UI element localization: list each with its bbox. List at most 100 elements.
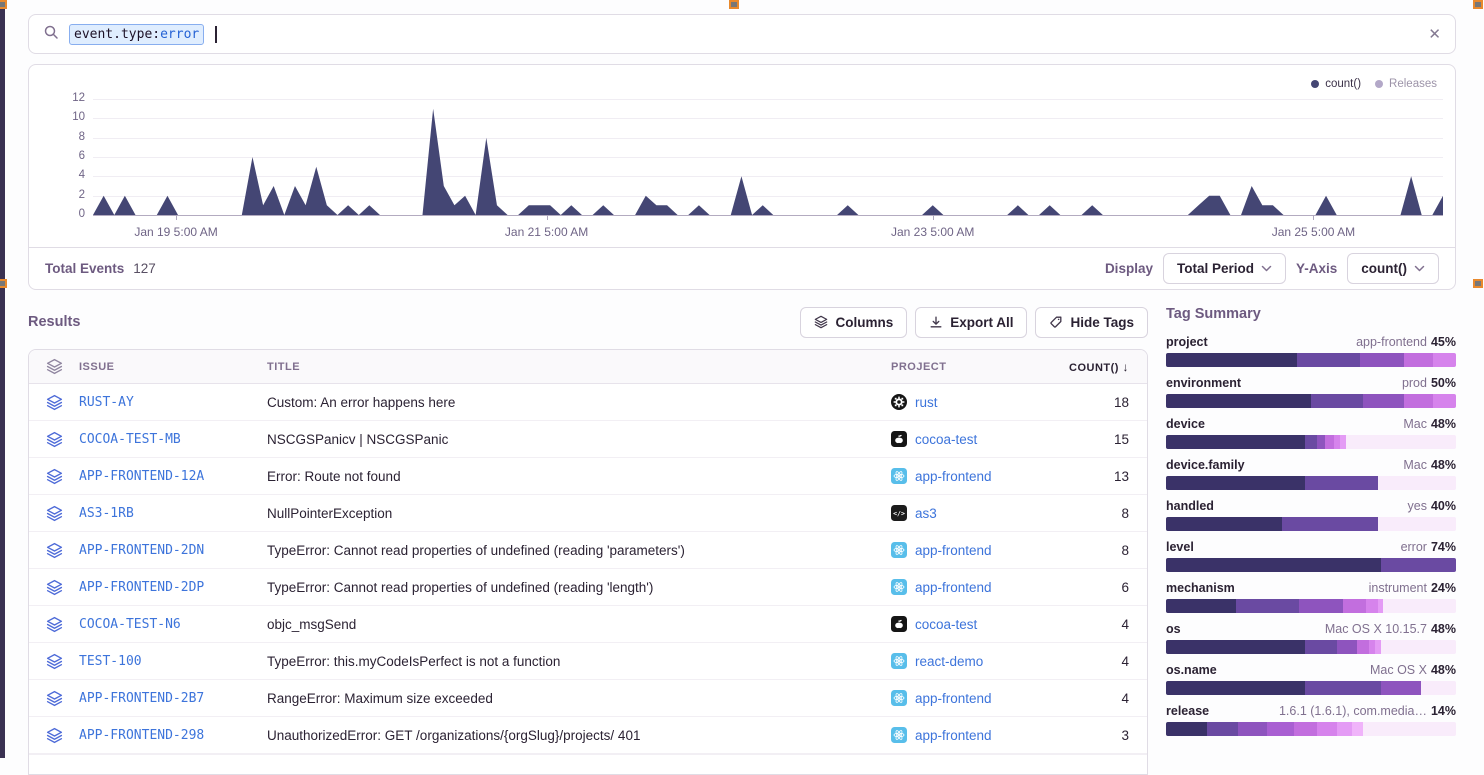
issue-stack-icon[interactable] [29,431,79,448]
tag-segment [1166,640,1305,654]
issue-link[interactable]: TEST-100 [79,654,142,669]
table-row: AS3-1RBNullPointerException</>as38 [29,495,1147,532]
y-axis-label: Y-Axis [1296,261,1337,276]
search-bar[interactable]: event.type:error ✕ [28,14,1456,54]
tag-summary-item: device.familyMac48% [1166,458,1456,490]
tag-distribution-bar[interactable] [1166,640,1456,654]
project-link[interactable]: react-demo [915,654,983,669]
tag-summary-item: deviceMac48% [1166,417,1456,449]
tag-summary-item: handledyes40% [1166,499,1456,531]
event-count: 4 [1055,654,1147,669]
tag-top-value: Mac OS X 10.15.7 [1325,622,1427,636]
column-header-issue[interactable]: ISSUE [79,361,267,373]
tag-segment [1433,353,1456,367]
issue-stack-icon[interactable] [29,616,79,633]
query-key: event.type: [74,27,160,42]
tag-name: release [1166,704,1209,718]
issue-title: objc_msgSend [267,617,891,632]
export-all-button[interactable]: Export All [915,307,1027,338]
tag-top-value: 1.6.1 (1.6.1), com.media… [1279,704,1427,718]
issue-stack-icon[interactable] [29,542,79,559]
tag-top-value: yes [1408,499,1427,513]
issue-link[interactable]: RUST-AY [79,395,134,410]
legend-item-count[interactable]: count() [1311,78,1361,90]
tag-top-value: error [1401,540,1427,554]
tag-distribution-bar[interactable] [1166,476,1456,490]
table-row: APP-FRONTEND-2DPTypeError: Cannot read p… [29,569,1147,606]
tag-distribution-bar[interactable] [1166,558,1456,572]
tag-segment-remainder [1378,476,1456,490]
project-link[interactable]: app-frontend [915,469,992,484]
issue-link[interactable]: APP-FRONTEND-2B7 [79,691,204,706]
project-link[interactable]: app-frontend [915,691,992,706]
tag-distribution-bar[interactable] [1166,722,1456,736]
tag-distribution-bar[interactable] [1166,353,1456,367]
issue-stack-icon[interactable] [29,394,79,411]
tag-distribution-bar[interactable] [1166,517,1456,531]
search-query-token[interactable]: event.type:error [69,24,204,45]
issue-link[interactable]: APP-FRONTEND-298 [79,728,204,743]
issue-title: TypeError: this.myCodeIsPerfect is not a… [267,654,891,669]
issue-title: TypeError: Cannot read properties of und… [267,543,891,558]
tag-top-percentage: 45% [1431,335,1456,349]
issue-stack-icon[interactable] [29,505,79,522]
tag-segment-remainder [1363,722,1456,736]
issue-stack-icon[interactable] [29,653,79,670]
column-header-project[interactable]: PROJECT [891,361,1055,373]
app-sidebar-edge [0,0,5,758]
column-header-title[interactable]: TITLE [267,361,891,373]
tag-segment [1381,681,1422,695]
issue-link[interactable]: APP-FRONTEND-2DN [79,543,204,558]
tag-segment [1166,722,1207,736]
tag-segment-remainder [1346,435,1456,449]
tag-distribution-bar[interactable] [1166,599,1456,613]
issue-link[interactable]: COCOA-TEST-N6 [79,617,181,632]
tag-name: level [1166,540,1194,554]
tag-segment [1294,722,1317,736]
issue-link[interactable]: COCOA-TEST-MB [79,432,181,447]
column-header-count[interactable]: COUNT() ↓ [1055,360,1147,374]
clear-search-icon[interactable]: ✕ [1428,25,1441,43]
issue-stack-icon[interactable] [29,727,79,744]
project-link[interactable]: as3 [915,506,937,521]
platform-icon [891,394,907,410]
columns-button[interactable]: Columns [800,307,907,338]
issue-link[interactable]: APP-FRONTEND-12A [79,469,204,484]
hide-tags-button[interactable]: Hide Tags [1035,307,1148,338]
tag-segment [1305,640,1337,654]
project-link[interactable]: app-frontend [915,728,992,743]
tag-segment [1404,394,1433,408]
project-link[interactable]: rust [915,395,938,410]
issue-stack-icon[interactable] [29,468,79,485]
y-axis-tick-label: 12 [72,92,85,104]
project-link[interactable]: app-frontend [915,580,992,595]
legend-item-releases[interactable]: Releases [1375,78,1437,90]
tag-distribution-bar[interactable] [1166,394,1456,408]
total-events-value: 127 [133,261,156,276]
tag-segment [1360,353,1404,367]
search-icon [43,24,59,45]
tag-summary-item: environmentprod50% [1166,376,1456,408]
tag-segment [1433,394,1456,408]
issue-stack-icon[interactable] [29,579,79,596]
tag-distribution-bar[interactable] [1166,435,1456,449]
display-dropdown[interactable]: Total Period [1163,253,1286,284]
issue-link[interactable]: APP-FRONTEND-2DP [79,580,204,595]
time-series-chart[interactable]: Jan 19 5:00 AMJan 21 5:00 AMJan 23 5:00 … [93,99,1443,215]
tag-segment [1166,476,1305,490]
tag-distribution-bar[interactable] [1166,681,1456,695]
tag-top-value: prod [1402,376,1427,390]
event-count: 8 [1055,543,1147,558]
sort-desc-icon: ↓ [1123,360,1130,374]
project-link[interactable]: cocoa-test [915,617,977,632]
project-link[interactable]: cocoa-test [915,432,977,447]
project-link[interactable]: app-frontend [915,543,992,558]
platform-icon-react [891,653,907,669]
issue-link[interactable]: AS3-1RB [79,506,134,521]
tag-icon [1049,315,1063,329]
tag-segment-remainder [1383,599,1456,613]
tag-name: os.name [1166,663,1217,677]
y-axis-dropdown[interactable]: count() [1347,253,1439,284]
tag-segment [1343,599,1366,613]
issue-stack-icon[interactable] [29,690,79,707]
